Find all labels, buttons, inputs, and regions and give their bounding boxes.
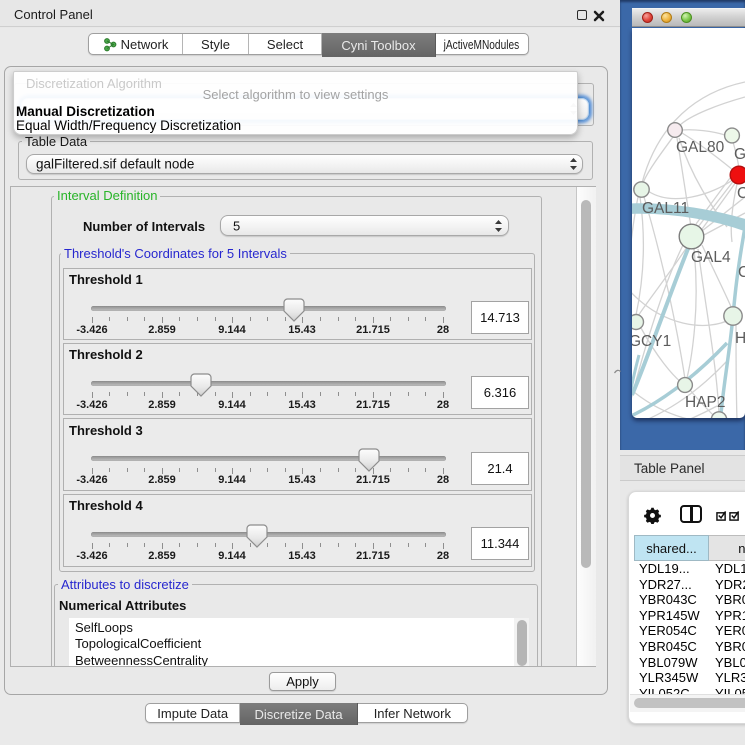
svg-text:C: C [737,185,745,202]
svg-text:GAL4: GAL4 [691,249,731,266]
svg-text:GA: GA [734,146,745,163]
svg-text:GAL80: GAL80 [676,139,725,156]
svg-text:H: H [735,330,745,347]
svg-text:C: C [738,264,745,281]
svg-text:GAL11: GAL11 [642,200,689,217]
svg-text:HAP2: HAP2 [685,394,726,411]
svg-text:GCY1: GCY1 [632,333,671,350]
